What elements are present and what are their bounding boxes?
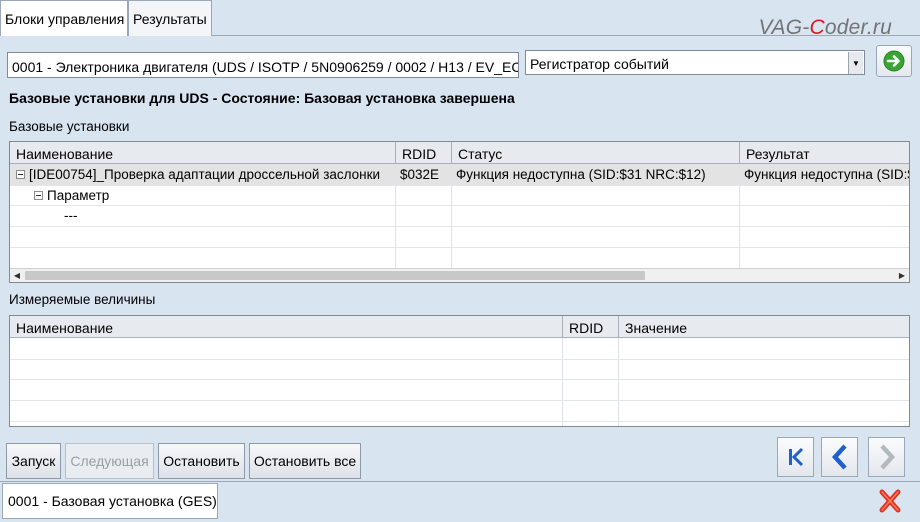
- skip-to-first-icon: [788, 447, 803, 467]
- row-divider: [10, 247, 909, 248]
- measured-values-table: Наименование RDID Значение: [9, 315, 910, 427]
- row-divider: [10, 421, 909, 422]
- close-icon[interactable]: [876, 487, 904, 515]
- table-row[interactable]: [IDE00754]_Проверка адаптации дроссельно…: [16, 167, 394, 182]
- row-divider: [10, 205, 909, 206]
- status-title: Базовые установки для UDS - Состояние: Б…: [9, 90, 515, 106]
- column-header-name[interactable]: Наименование: [10, 142, 396, 164]
- stop-all-button[interactable]: Остановить все: [249, 443, 361, 479]
- tree-leaf-value: ---: [64, 208, 78, 223]
- previous-button[interactable]: [821, 437, 858, 477]
- horizontal-scrollbar[interactable]: ◀ ▶: [10, 268, 909, 282]
- collapse-icon[interactable]: [34, 190, 43, 200]
- scrollbar-thumb[interactable]: [25, 271, 645, 280]
- chevron-left-icon: [831, 444, 847, 470]
- column-divider: [451, 164, 452, 268]
- mode-dropdown-value: Регистратор событий: [530, 56, 669, 72]
- tab-basic-setting[interactable]: 0001 - Базовая установка (GES): [2, 483, 218, 519]
- next-page-button[interactable]: [868, 437, 905, 477]
- go-button[interactable]: [876, 45, 912, 77]
- row-result: Функция недоступна (SID:$31 NRC:$12): [744, 167, 909, 182]
- module-field[interactable]: 0001 - Электроника двигателя (UDS / ISOT…: [7, 52, 519, 78]
- basic-settings-table: Наименование RDID Статус Результат [IDE0…: [9, 141, 910, 283]
- green-arrow-right-icon: [883, 50, 905, 72]
- scroll-left-icon[interactable]: ◀: [10, 269, 24, 282]
- column-header-rdid[interactable]: RDID: [396, 142, 452, 164]
- row-divider: [10, 400, 909, 401]
- tab-control-units[interactable]: Блоки управления: [0, 0, 128, 36]
- tree-node-parameter[interactable]: Параметр: [34, 188, 394, 203]
- chevron-down-icon[interactable]: ▼: [848, 52, 863, 74]
- column-divider: [562, 338, 563, 426]
- column-header-result[interactable]: Результат: [740, 142, 909, 164]
- row-name: [IDE00754]_Проверка адаптации дроссельно…: [29, 167, 381, 182]
- start-button[interactable]: Запуск: [6, 443, 61, 479]
- mode-dropdown[interactable]: Регистратор событий ▼: [525, 50, 865, 75]
- vag-coder-logo: VAG-Coder.ru: [758, 16, 892, 39]
- measured-values-label: Измеряемые величины: [9, 292, 156, 307]
- column-header-name[interactable]: Наименование: [10, 316, 563, 338]
- row-divider: [10, 226, 909, 227]
- column-header-status[interactable]: Статус: [452, 142, 740, 164]
- row-rdid: $032E: [400, 167, 440, 182]
- row-divider: [10, 359, 909, 360]
- stop-button[interactable]: Остановить: [158, 443, 245, 479]
- first-page-button[interactable]: [777, 437, 814, 477]
- row-divider: [10, 185, 909, 186]
- basic-settings-label: Базовые установки: [9, 119, 130, 134]
- next-button[interactable]: Следующая: [65, 443, 154, 479]
- row-status: Функция недоступна (SID:$31 NRC:$12): [456, 167, 706, 182]
- scroll-right-icon[interactable]: ▶: [895, 269, 909, 282]
- node-label: Параметр: [47, 188, 110, 203]
- column-divider: [739, 164, 740, 268]
- chevron-right-icon: [879, 444, 895, 470]
- column-divider: [618, 338, 619, 426]
- collapse-icon[interactable]: [16, 169, 25, 179]
- tab-results[interactable]: Результаты: [128, 0, 212, 36]
- column-header-value[interactable]: Значение: [619, 316, 909, 338]
- column-header-rdid[interactable]: RDID: [563, 316, 619, 338]
- column-divider: [395, 164, 396, 268]
- row-divider: [10, 379, 909, 380]
